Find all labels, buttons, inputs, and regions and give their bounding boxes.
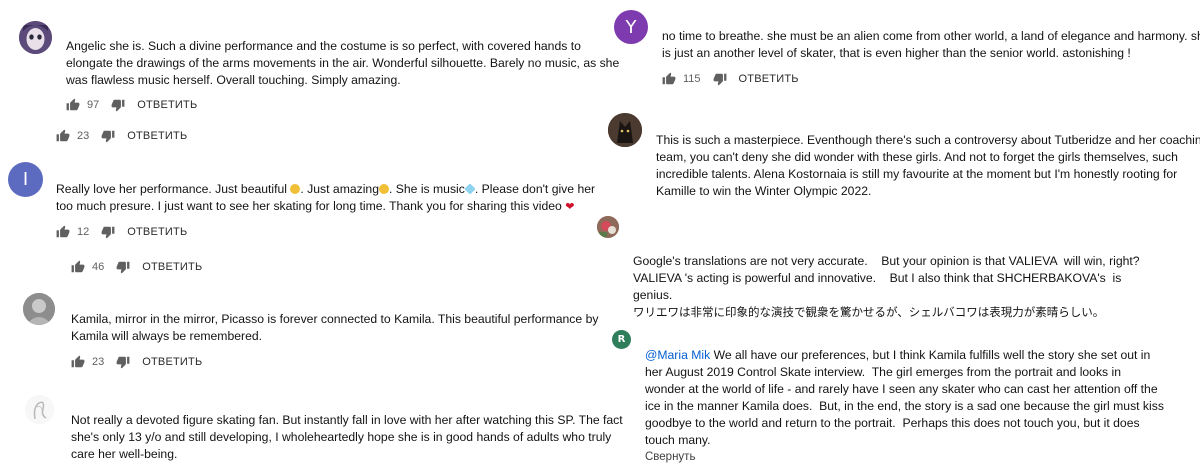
comment-line: too much presure. I just want to see her… (56, 198, 595, 216)
comment-text: Really love her performance. Just beauti… (56, 181, 595, 216)
avatar[interactable] (19, 21, 52, 54)
thumb-up-icon (66, 98, 80, 111)
thumb-up-icon (71, 355, 85, 368)
reply-button[interactable]: ОТВЕТИТЬ (137, 99, 197, 111)
comment-text: Angelic she is. Such a divine performanc… (66, 38, 619, 89)
text-fragment: . Just amazing (300, 182, 379, 196)
like-count: 23 (77, 130, 90, 142)
comment-actions: 115 ОТВЕТИТЬ (662, 70, 799, 88)
like-button[interactable]: 23 (71, 355, 116, 369)
avatar-letter: Y (625, 16, 637, 38)
like-count: 115 (683, 73, 701, 85)
heart-emoji-icon: ❤ (565, 201, 575, 213)
like-count: 12 (77, 226, 90, 238)
comment-line: she's only 13 y/o and still developing, … (71, 430, 612, 444)
comment-line: her August 2019 Control Skate interview.… (645, 365, 1122, 379)
avatar[interactable]: R (612, 330, 631, 349)
comment-line: touch many. (645, 433, 711, 447)
like-button[interactable]: 46 (71, 260, 116, 274)
avatar[interactable]: I (8, 162, 43, 197)
text-fragment: . She is music (388, 182, 465, 196)
thumb-up-icon (71, 260, 85, 273)
thumb-down-icon[interactable] (116, 260, 130, 274)
avatar[interactable] (608, 113, 642, 147)
comment-line: goodbye to the world and return to the p… (645, 416, 1140, 430)
avatar-letter: I (22, 169, 29, 190)
like-button[interactable]: 97 (66, 98, 111, 112)
comment-line: VALIEVA 's acting is powerful and innova… (633, 271, 1122, 285)
comment-line: ice in the manner Kamila does. But, in t… (645, 399, 1164, 413)
comment-line: This is such a masterpiece. Eventhough t… (656, 133, 1200, 147)
thumb-down-icon[interactable] (111, 98, 125, 112)
text-fragment: Really love her performance. Just beauti… (56, 182, 288, 196)
comment-line: no time to breathe. she must be an alien… (662, 29, 1200, 43)
flower-photo-avatar-icon (597, 216, 619, 238)
smile-emoji-icon (290, 184, 301, 194)
comment-line: incredible talents. Alena Kostornaia is … (656, 167, 1178, 181)
doll-face-avatar-icon (19, 21, 52, 54)
avatar[interactable] (23, 293, 55, 325)
comment-line: Not really a devoted figure skating fan.… (71, 413, 623, 427)
like-count: 23 (92, 356, 105, 368)
heart-eyes-emoji-icon (378, 184, 389, 194)
mention-link[interactable]: @Maria Mik (645, 348, 710, 362)
reply-button[interactable]: ОТВЕТИТЬ (127, 226, 187, 238)
comment-line: Really love her performance. Just beauti… (56, 181, 595, 198)
comment-line: team, you can't deny she did wonder with… (656, 150, 1178, 164)
thumb-down-icon[interactable] (713, 72, 727, 86)
avatar[interactable]: Y (614, 10, 648, 44)
thumb-up-icon (56, 225, 70, 238)
reply-button[interactable]: ОТВЕТИТЬ (739, 73, 799, 85)
comment-line: Kamila will always be remembered. (71, 329, 263, 343)
like-count: 46 (92, 261, 105, 273)
comment-text: @Maria Mik We all have our preferences, … (645, 347, 1164, 449)
comment-actions: 23 ОТВЕТИТЬ (56, 127, 187, 145)
comment-line: wonder at the world of life - and rarely… (645, 382, 1158, 396)
comment-text: no time to breathe. she must be an alien… (662, 28, 1200, 62)
like-button[interactable]: 23 (56, 129, 101, 143)
comment-actions: 97 ОТВЕТИТЬ (66, 96, 197, 114)
reply-button[interactable]: ОТВЕТИТЬ (127, 130, 187, 142)
comment-text: Google's translations are not very accur… (633, 253, 1140, 321)
collapse-link[interactable]: Свернуть (645, 451, 695, 463)
comment-line: was flawless music herself. Overall touc… (66, 73, 401, 87)
diamond-emoji-icon (464, 183, 476, 195)
comment-text: This is such a masterpiece. Eventhough t… (656, 132, 1200, 200)
thumb-up-icon (56, 129, 70, 142)
comment-line: Google's translations are not very accur… (633, 254, 1140, 268)
comment-text: Kamila, mirror in the mirror, Picasso is… (71, 311, 598, 345)
avatar[interactable] (25, 395, 54, 424)
thumb-down-icon[interactable] (116, 355, 130, 369)
text-fragment: too much presure. I just want to see her… (56, 199, 562, 213)
comment-line: @Maria Mik We all have our preferences, … (645, 347, 1164, 364)
text-fragment: We all have our preferences, but I think… (710, 348, 1151, 362)
like-button[interactable]: 115 (662, 72, 713, 86)
comment-line: Kamille to win the Winter Olympic 2022. (656, 184, 872, 198)
thumb-up-icon (662, 72, 676, 85)
text-fragment: . Please don't give her (474, 182, 596, 196)
comment-line: genius. (633, 288, 673, 302)
reply-button[interactable]: ОТВЕТИТЬ (142, 261, 202, 273)
avatar[interactable] (597, 216, 619, 238)
gray-photo-avatar-icon (23, 293, 55, 325)
like-count: 97 (87, 99, 100, 111)
comment-line: elongate the drawings of the arms moveme… (66, 56, 620, 70)
sketch-avatar-icon (25, 395, 54, 424)
comment-actions: 12 ОТВЕТИТЬ (56, 223, 187, 241)
reply-button[interactable]: ОТВЕТИТЬ (142, 356, 202, 368)
comment-line: Angelic she is. Such a divine performanc… (66, 39, 581, 53)
comment-actions: 23 ОТВЕТИТЬ (71, 353, 202, 371)
like-button[interactable]: 12 (56, 225, 101, 239)
dark-photo-avatar-icon (608, 113, 642, 147)
thumb-down-icon[interactable] (101, 129, 115, 143)
comment-line: care her well-being. (71, 447, 178, 461)
comment-line: is just an another level of skater, that… (662, 46, 1131, 60)
comment-line: Kamila, mirror in the mirror, Picasso is… (71, 312, 599, 326)
comment-line: ワリエワは非常に印象的な演技で観衆を驚かせるが、シェルバコワは表現力が素晴らしい… (633, 305, 1105, 319)
thumb-down-icon[interactable] (101, 225, 115, 239)
comment-actions: 46 ОТВЕТИТЬ (71, 258, 202, 276)
avatar-letter: R (617, 334, 626, 345)
comment-text: Not really a devoted figure skating fan.… (71, 412, 623, 463)
